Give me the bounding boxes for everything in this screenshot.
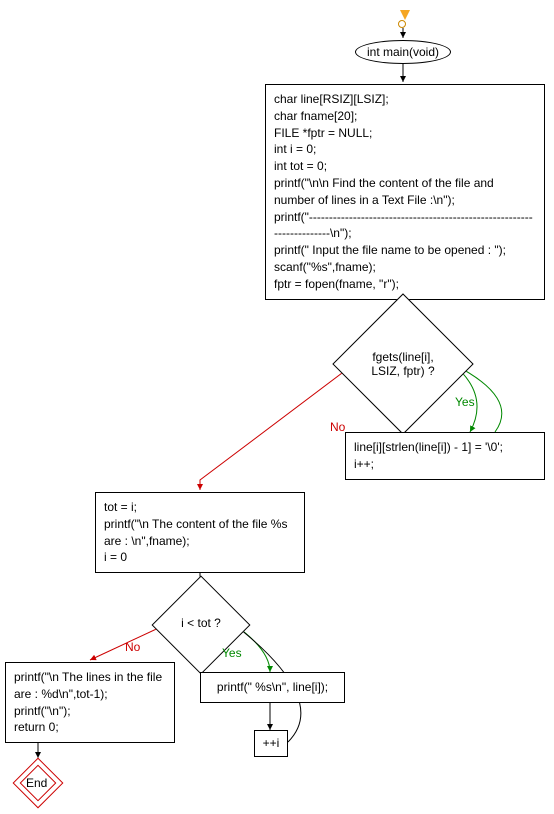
yes2-rect: printf(" %s\n", line[i]); (200, 672, 345, 703)
cond1-label-b: LSIZ, fptr) ? (371, 364, 434, 378)
no1-line3: i = 0 (104, 549, 296, 566)
cond2-yes-label: Yes (222, 646, 242, 660)
inc-rect: ++i (254, 730, 288, 757)
cond1-label-a: fgets(line[i], (372, 350, 433, 364)
cond1-yes-label: Yes (455, 395, 475, 409)
cond1-no-label: No (330, 420, 345, 434)
block1-line1: char line[RSIZ][LSIZ]; (274, 91, 536, 108)
no2-line2: printf("\n"); (14, 703, 166, 720)
cond2-no-label: No (125, 640, 140, 654)
no1-line1: tot = i; (104, 499, 296, 516)
main-label: int main(void) (367, 45, 439, 59)
no2-line3: return 0; (14, 719, 166, 736)
start-node (398, 20, 406, 28)
inc-label: ++i (263, 736, 280, 750)
no2-rect: printf("\n The lines in the file are : %… (5, 662, 175, 743)
block1-line10: fptr = fopen(fname, "r"); (274, 276, 536, 293)
main-ellipse: int main(void) (355, 40, 451, 64)
block1-line4: int i = 0; (274, 141, 536, 158)
yes1-line1: line[i][strlen(line[i]) - 1] = '\0'; (354, 439, 536, 456)
block1-line9: scanf("%s",fname); (274, 259, 536, 276)
yes1-rect: line[i][strlen(line[i]) - 1] = '\0'; i++… (345, 432, 545, 480)
end-label: End (26, 776, 47, 790)
start-arrow-icon (400, 10, 410, 20)
block1-line5: int tot = 0; (274, 158, 536, 175)
yes2-label: printf(" %s\n", line[i]); (217, 680, 328, 694)
yes1-line2: i++; (354, 456, 536, 473)
no1-rect: tot = i; printf("\n The content of the f… (95, 492, 305, 573)
cond2-label: i < tot ? (181, 616, 221, 630)
block1-line6: printf("\n\n Find the content of the fil… (274, 175, 536, 209)
block1-rect: char line[RSIZ][LSIZ]; char fname[20]; F… (265, 84, 545, 300)
block1-line3: FILE *fptr = NULL; (274, 125, 536, 142)
no2-line1: printf("\n The lines in the file are : %… (14, 669, 166, 703)
block1-line2: char fname[20]; (274, 108, 536, 125)
block1-line8: printf(" Input the file name to be opene… (274, 242, 536, 259)
no1-line2: printf("\n The content of the file %s ar… (104, 516, 296, 550)
block1-line7: printf("--------------------------------… (274, 209, 536, 243)
